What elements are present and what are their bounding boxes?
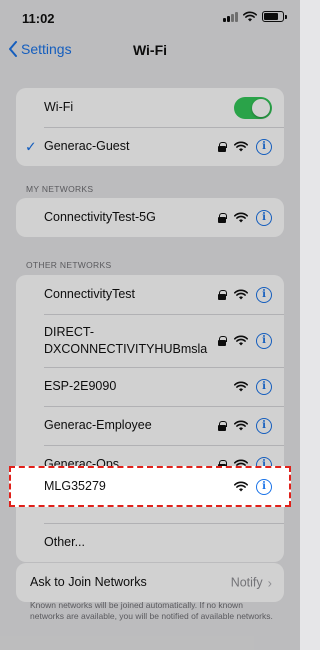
wifi-signal-icon bbox=[234, 212, 248, 223]
lock-icon bbox=[218, 335, 227, 346]
info-icon[interactable]: i bbox=[256, 138, 272, 155]
highlighted-network-container: MLG35279 i bbox=[9, 466, 291, 507]
checkmark-icon: ✓ bbox=[25, 138, 37, 154]
navigation-bar: Settings Wi-Fi bbox=[0, 34, 300, 68]
status-icons bbox=[223, 11, 287, 22]
wifi-signal-icon bbox=[234, 481, 248, 492]
battery-icon bbox=[262, 11, 287, 22]
status-bar: 11:02 bbox=[0, 0, 300, 34]
page-title: Wi-Fi bbox=[132, 42, 168, 58]
lock-icon bbox=[218, 212, 227, 223]
info-icon[interactable]: i bbox=[256, 417, 272, 434]
wifi-signal-icon bbox=[234, 381, 248, 392]
my-networks-header: MY NETWORKS bbox=[26, 184, 94, 194]
my-networks-group: ConnectivityTest-5G i bbox=[16, 198, 284, 237]
wifi-signal-icon bbox=[234, 289, 248, 300]
wifi-signal-icon bbox=[234, 335, 248, 346]
ask-to-join-group: Ask to Join Networks Notify › bbox=[16, 563, 284, 602]
wifi-toggle-row: Wi-Fi bbox=[16, 88, 284, 127]
network-row[interactable]: ESP-2E9090 i bbox=[16, 367, 284, 406]
lock-icon bbox=[218, 289, 227, 300]
lock-icon bbox=[218, 141, 227, 152]
cellular-signal-icon bbox=[223, 11, 238, 22]
network-row[interactable]: ConnectivityTest i bbox=[16, 275, 284, 314]
network-row[interactable]: Generac-Employee i bbox=[16, 406, 284, 445]
info-icon[interactable]: i bbox=[256, 378, 272, 395]
chevron-right-icon: › bbox=[267, 575, 272, 590]
status-time: 11:02 bbox=[22, 11, 55, 26]
other-networks-group: ConnectivityTest i DIRECT- DXCONNECTIVIT… bbox=[16, 275, 284, 562]
connected-network-row[interactable]: ✓ Generac-Guest i bbox=[16, 127, 284, 166]
wifi-toggle[interactable] bbox=[234, 96, 272, 119]
network-row[interactable]: ConnectivityTest-5G i bbox=[16, 198, 284, 237]
ask-to-join-value: Notify › bbox=[231, 575, 272, 590]
network-name-line-1: DIRECT- bbox=[44, 324, 94, 339]
ask-to-join-setting: Notify bbox=[230, 575, 263, 590]
other-networks-header: OTHER NETWORKS bbox=[26, 260, 112, 270]
footnote: Known networks will be joined automatica… bbox=[30, 600, 273, 621]
ask-to-join-row[interactable]: Ask to Join Networks Notify › bbox=[16, 563, 284, 602]
status-wifi-icon bbox=[243, 11, 257, 22]
wifi-signal-icon bbox=[234, 420, 248, 431]
other-network-row[interactable]: Other... bbox=[16, 523, 284, 562]
info-icon[interactable]: i bbox=[256, 478, 272, 495]
wifi-group: Wi-Fi ✓ Generac-Guest i bbox=[16, 88, 284, 166]
info-icon[interactable]: i bbox=[256, 209, 272, 226]
wifi-signal-icon bbox=[234, 141, 248, 152]
network-name-line-2: DXCONNECTIVITYHUBmsla bbox=[44, 341, 208, 356]
info-icon[interactable]: i bbox=[256, 332, 272, 349]
toggle-knob bbox=[252, 98, 270, 117]
network-row[interactable]: DIRECT- DXCONNECTIVITYHUBmsla i bbox=[16, 314, 284, 367]
network-row-highlighted[interactable]: MLG35279 i bbox=[16, 467, 284, 506]
other-network-label: Other... bbox=[44, 535, 85, 549]
lock-icon bbox=[218, 420, 227, 431]
info-icon[interactable]: i bbox=[256, 286, 272, 303]
